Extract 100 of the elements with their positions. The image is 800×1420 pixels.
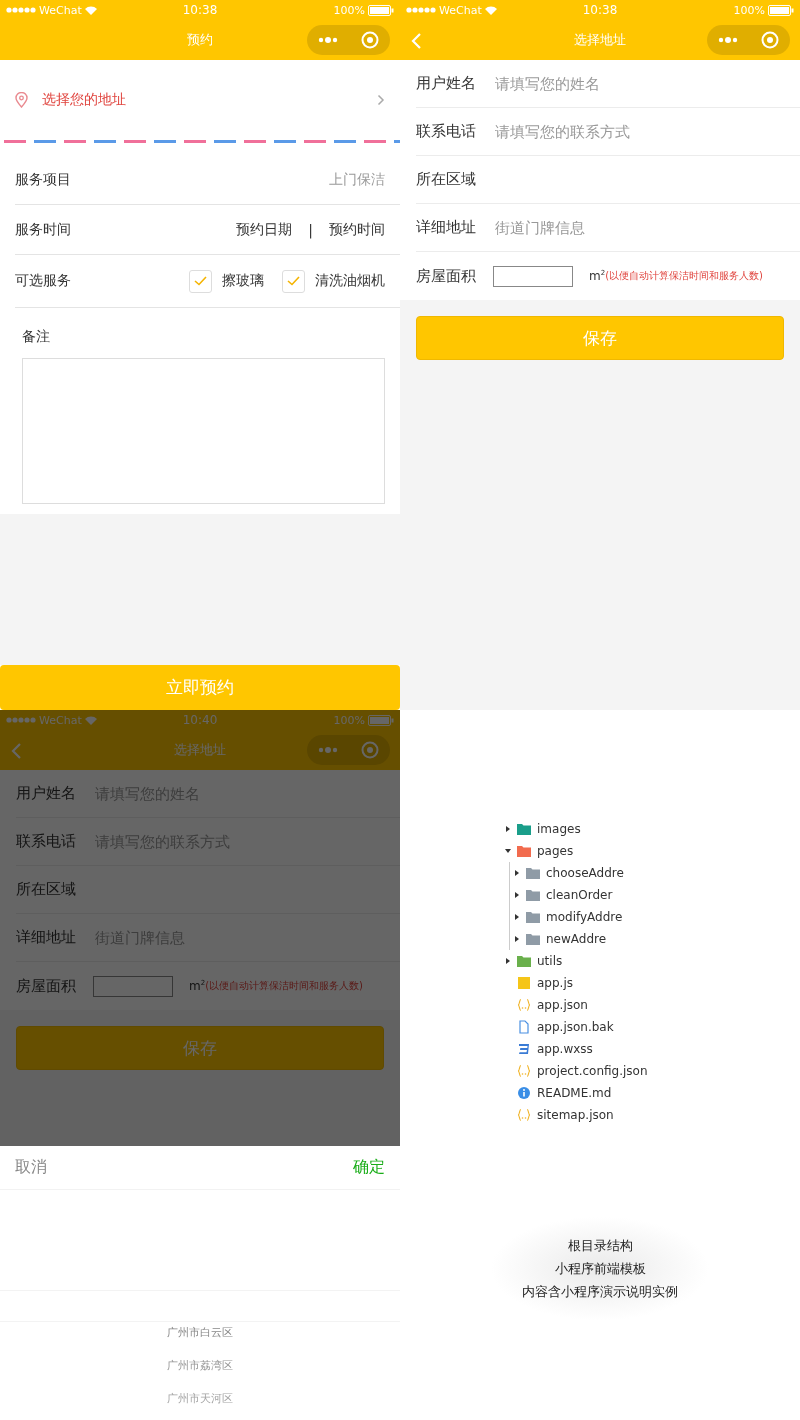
file-name: cleanOrder xyxy=(546,888,613,902)
area-input-field[interactable] xyxy=(493,265,573,287)
input-field[interactable]: 街道门牌信息 xyxy=(493,217,800,238)
date-picker[interactable]: 预约日期 xyxy=(236,220,293,239)
capsule-menu[interactable] xyxy=(707,25,790,55)
field-label: 用户姓名 xyxy=(16,784,77,803)
service-value: 上门保洁 xyxy=(329,170,385,189)
capsule-menu[interactable] xyxy=(307,25,390,55)
tree-item[interactable]: app.json.bak xyxy=(505,1016,800,1038)
json-file-icon xyxy=(517,998,531,1012)
caption-line: 根目录结构 xyxy=(567,1237,633,1255)
tree-item[interactable]: images xyxy=(505,818,800,840)
separator: | xyxy=(308,221,313,238)
tree-item[interactable]: chooseAddre xyxy=(510,862,800,884)
battery-percent: 100% xyxy=(733,3,765,17)
field-label: 房屋面积 xyxy=(16,976,77,996)
wifi-icon xyxy=(84,715,97,725)
status-time: 10:38 xyxy=(582,3,618,17)
close-icon[interactable] xyxy=(360,31,379,49)
file-name: app.json xyxy=(537,998,588,1012)
back-icon[interactable] xyxy=(410,32,422,50)
more-icon[interactable] xyxy=(318,747,339,753)
file-name: app.js xyxy=(537,976,573,990)
area-note: (以便自动计算保洁时间和服务人数) xyxy=(605,269,763,283)
more-icon[interactable] xyxy=(318,37,339,43)
chevron-right-icon xyxy=(377,94,385,106)
file-name: newAddre xyxy=(546,932,607,946)
css-file-icon xyxy=(517,1042,531,1056)
nav-title: 选择地址 xyxy=(574,31,626,49)
wifi-icon xyxy=(484,5,497,15)
tree-item[interactable]: README.md xyxy=(505,1082,800,1104)
input-field[interactable]: 请填写您的联系方式 xyxy=(493,121,800,142)
close-icon[interactable] xyxy=(760,31,779,49)
time-picker[interactable]: 预约时间 xyxy=(329,220,385,239)
tree-item[interactable]: sitemap.json xyxy=(505,1104,800,1126)
checkbox[interactable] xyxy=(189,269,212,293)
tree-item[interactable]: modifyAddre xyxy=(510,906,800,928)
check-icon xyxy=(194,276,207,286)
json-file-icon xyxy=(517,1064,531,1078)
tree-item[interactable]: project.config.json xyxy=(505,1060,800,1082)
info-icon xyxy=(517,1086,531,1100)
carrier-name: WeChat xyxy=(39,3,82,17)
checkbox[interactable] xyxy=(282,269,305,293)
file-icon xyxy=(517,1020,531,1034)
carrier-name: WeChat xyxy=(39,713,82,727)
status-time: 10:38 xyxy=(182,3,218,17)
file-name: sitemap.json xyxy=(537,1108,614,1122)
tree-item[interactable]: app.json xyxy=(505,994,800,1016)
json-file-icon xyxy=(517,1108,531,1122)
js-file-icon xyxy=(517,976,531,990)
file-name: utils xyxy=(537,954,563,968)
cancel-button[interactable]: 取消 xyxy=(15,1157,47,1178)
signal-icon xyxy=(6,7,36,13)
file-name: images xyxy=(537,822,581,836)
back-icon[interactable] xyxy=(10,742,22,760)
area-note: (以便自动计算保洁时间和服务人数) xyxy=(205,979,363,993)
battery-icon xyxy=(368,4,394,16)
file-name: app.json.bak xyxy=(537,1020,614,1034)
field-label: 联系电话 xyxy=(16,832,77,851)
file-name: app.wxss xyxy=(537,1042,593,1056)
input-field[interactable]: 请填写您的姓名 xyxy=(493,73,800,94)
row-label: 服务时间 xyxy=(15,220,72,239)
location-pin-icon xyxy=(15,92,28,108)
caption-line: 小程序前端模板 xyxy=(554,1260,646,1278)
field-label: 用户姓名 xyxy=(416,74,477,93)
row-label: 服务项目 xyxy=(15,170,72,189)
file-name: chooseAddre xyxy=(546,866,624,880)
nav-title: 选择地址 xyxy=(174,741,226,759)
tree-item[interactable]: pages xyxy=(505,840,800,862)
close-icon[interactable] xyxy=(360,741,379,759)
tree-item[interactable]: cleanOrder xyxy=(510,884,800,906)
battery-percent: 100% xyxy=(333,3,365,17)
file-name: pages xyxy=(537,844,574,858)
field-label: 所在区域 xyxy=(16,880,77,899)
tree-item[interactable]: app.js xyxy=(505,972,800,994)
battery-percent: 100% xyxy=(333,713,365,727)
row-label: 可选服务 xyxy=(15,272,72,290)
field-label: 详细地址 xyxy=(16,928,77,947)
field-label: 所在区域 xyxy=(416,170,477,189)
signal-icon xyxy=(406,7,436,13)
field-label: 联系电话 xyxy=(416,122,477,141)
file-name: README.md xyxy=(537,1086,612,1100)
carrier-name: WeChat xyxy=(439,3,482,17)
tree-item[interactable]: app.wxss xyxy=(505,1038,800,1060)
file-name: project.config.json xyxy=(537,1064,648,1078)
status-time: 10:40 xyxy=(182,713,218,727)
signal-icon xyxy=(6,717,36,723)
remarks-label: 备注 xyxy=(22,328,51,346)
option-label: 擦玻璃 xyxy=(222,272,264,290)
picker-option[interactable]: 广州市白云区 xyxy=(167,1324,233,1341)
nav-title: 预约 xyxy=(187,31,213,49)
remarks-field[interactable] xyxy=(22,358,385,504)
check-icon xyxy=(287,276,300,286)
wifi-icon xyxy=(84,5,97,15)
field-label: 房屋面积 xyxy=(416,266,477,286)
tree-item[interactable]: utils xyxy=(505,950,800,972)
more-icon[interactable] xyxy=(718,37,739,43)
area-input-field[interactable] xyxy=(93,975,173,997)
battery-icon xyxy=(368,714,394,726)
tree-item[interactable]: newAddre xyxy=(510,928,800,950)
